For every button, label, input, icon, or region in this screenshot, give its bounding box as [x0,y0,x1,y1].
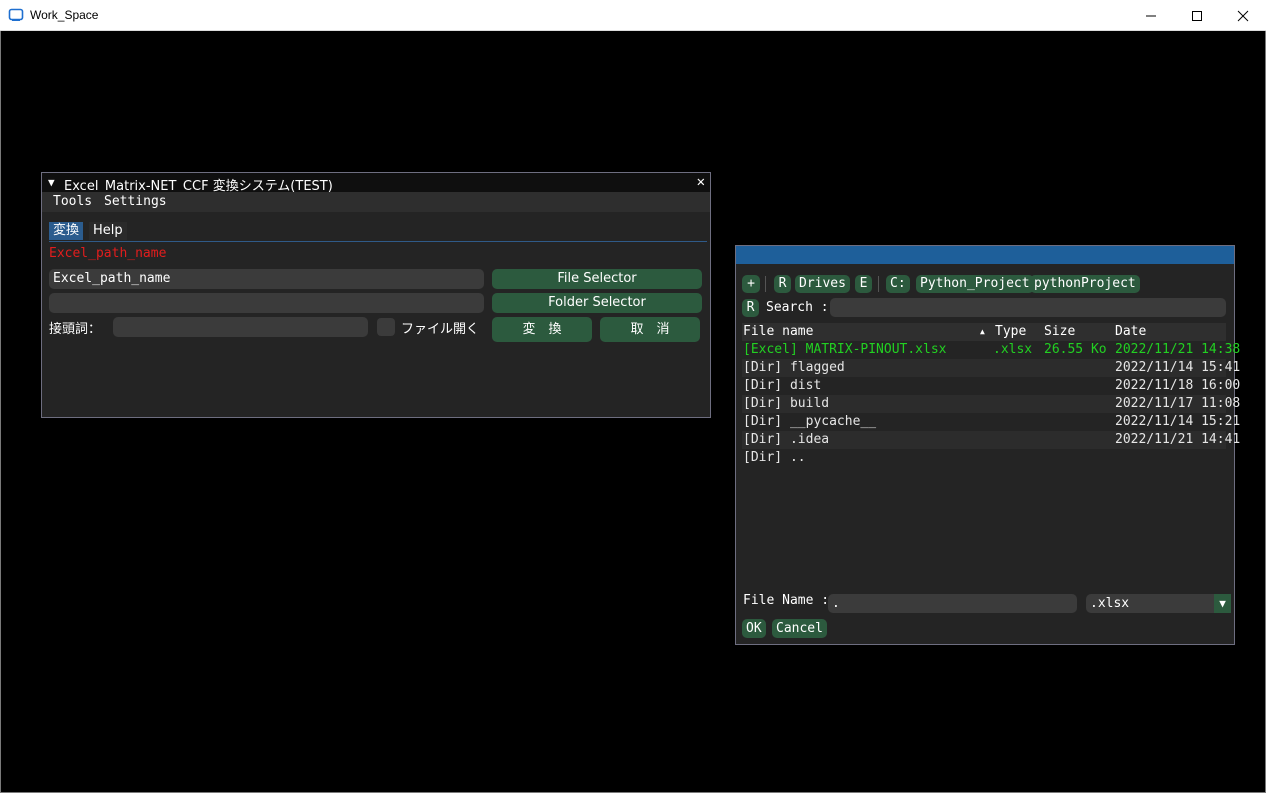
prefix-input[interactable] [113,317,368,337]
file-type-cell: .xlsx [993,342,1033,357]
open-file-label: ファイル開く [401,322,480,337]
folder-selector-button[interactable]: Folder Selector [492,293,702,313]
search-input[interactable] [830,298,1226,317]
cancel-button[interactable]: 取 消 [600,317,700,342]
window-title: Work_Space [30,8,99,22]
file-date-cell: 2022/11/14 15:21 [1115,414,1241,429]
close-icon [1237,10,1249,21]
file-name-cell: [Dir] flagged [743,360,845,375]
path-e-button[interactable]: E [855,275,872,293]
nav-separator [878,276,879,292]
file-dialog: + R Drives E C: Python_Project pythonPro… [735,245,1240,645]
new-folder-button[interactable]: + [742,275,760,293]
converter-window: ▼ Excel_Matrix-NET_CCF 変換システム(TEST) ✕ To… [41,172,711,418]
search-reset-button[interactable]: R [742,299,759,317]
table-row[interactable]: [Dir] __pycache__ 2022/11/14 15:21 [742,413,1240,431]
filter-combo[interactable]: .xlsx [1086,594,1231,613]
file-name-cell: [Dir] __pycache__ [743,414,877,429]
search-label: Search : [766,300,829,315]
converter-window-titlebar[interactable]: ▼ Excel_Matrix-NET_CCF 変換システム(TEST) ✕ [42,173,710,194]
table-row[interactable]: [Dir] .. [742,449,1226,467]
maximize-button[interactable] [1174,0,1220,31]
maximize-icon [1192,10,1202,21]
reset-path-button[interactable]: R [774,275,791,293]
table-row[interactable]: [Excel] MATRIX-PINOUT.xlsx .xlsx 26.55 K… [742,341,1240,359]
os-titlebar: Work_Space [0,0,1266,31]
nav-separator [765,276,766,292]
menubar: Tools Settings [42,192,710,212]
tab-help[interactable]: Help [89,222,127,240]
menu-tools[interactable]: Tools [53,194,92,209]
path-c-button[interactable]: C: [886,275,910,293]
file-dialog-titlebar[interactable] [736,246,1234,264]
sort-ascending-icon: ▲ [980,327,985,336]
convert-button[interactable]: 変 換 [492,317,592,342]
file-name-cell: [Dir] build [743,396,830,411]
column-header-date[interactable]: Date [1115,324,1146,339]
file-date-cell: 2022/11/21 14:41 [1115,432,1241,447]
file-name-cell: [Excel] MATRIX-PINOUT.xlsx [743,342,947,357]
column-header-type[interactable]: Type [995,324,1026,339]
open-file-checkbox[interactable] [377,318,395,336]
table-row[interactable]: [Dir] .idea 2022/11/21 14:41 [742,431,1240,449]
collapse-arrow-icon[interactable]: ▼ [48,176,55,189]
excel-path-input[interactable]: Excel_path_name [49,269,484,289]
table-row[interactable]: [Dir] flagged 2022/11/14 15:41 [742,359,1240,377]
minimize-button[interactable] [1128,0,1174,31]
file-date-cell: 2022/11/18 16:00 [1115,378,1241,393]
path-pythonproject-button[interactable]: pythonProject [1030,275,1140,293]
column-header-size[interactable]: Size [1044,324,1075,339]
folder-path-input[interactable] [49,293,484,313]
close-button[interactable] [1220,0,1266,31]
path-python-project-button[interactable]: Python_Project [916,275,1034,293]
file-selector-button[interactable]: File Selector [492,269,702,289]
file-name-cell: [Dir] .idea [743,432,830,447]
app-icon [8,8,24,21]
file-date-cell: 2022/11/21 14:38 [1115,342,1241,357]
tab-bar: 変換 Help [49,221,707,242]
chevron-down-icon[interactable]: ▼ [1214,594,1231,613]
table-row[interactable]: [Dir] build 2022/11/17 11:08 [742,395,1240,413]
file-date-cell: 2022/11/14 15:41 [1115,360,1241,375]
filename-input[interactable]: . [828,594,1077,613]
minimize-icon [1146,15,1156,16]
filename-label: File Name : [743,593,830,608]
dialog-cancel-button[interactable]: Cancel [772,619,827,638]
file-date-cell: 2022/11/17 11:08 [1115,396,1241,411]
tab-convert[interactable]: 変換 [49,222,84,240]
table-row[interactable]: [Dir] dist 2022/11/18 16:00 [742,377,1240,395]
path-label: Excel_path_name [49,246,167,261]
drives-button[interactable]: Drives [795,275,850,293]
close-icon[interactable]: ✕ [697,174,705,190]
file-table-header: File name ▲ Type Size Date [742,323,1226,341]
file-name-cell: [Dir] .. [743,450,806,465]
prefix-label: 接頭詞： [49,322,102,337]
ok-button[interactable]: OK [742,619,766,638]
menu-settings[interactable]: Settings [104,194,167,209]
column-header-name[interactable]: File name [743,324,813,339]
file-size-cell: 26.55 Ko [1044,342,1107,357]
file-name-cell: [Dir] dist [743,378,822,393]
